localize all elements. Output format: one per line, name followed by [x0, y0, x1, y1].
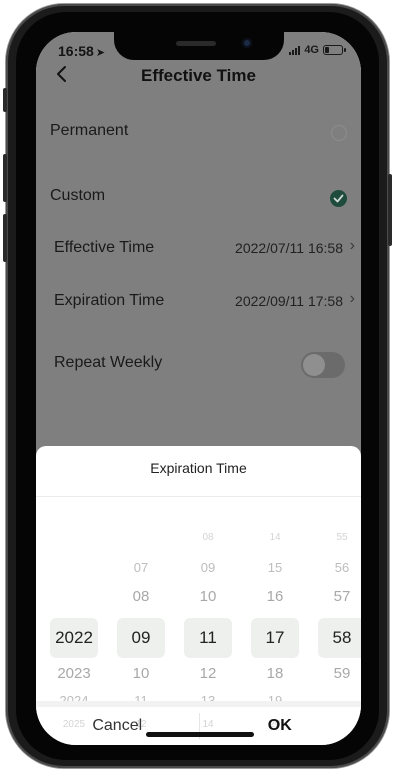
picker-selected-minute[interactable]: 58 [318, 618, 361, 658]
volume-down-button [3, 214, 7, 262]
status-time-text: 16:58 [58, 43, 94, 59]
volume-up-button [3, 154, 7, 202]
picker-selected-hour[interactable]: 17 [251, 618, 299, 658]
radio-checked-icon[interactable] [330, 190, 347, 207]
battery-icon [323, 45, 346, 55]
picker-option[interactable]: 2023 [50, 665, 98, 682]
picker-column-day[interactable]: 08 09 10 11 12 13 14 [184, 502, 232, 730]
notch [114, 32, 284, 60]
toggle-knob [303, 354, 325, 376]
navigation-bar: Effective Time [36, 60, 361, 88]
picker-option[interactable]: 57 [318, 588, 361, 605]
expiration-time-row[interactable]: Expiration Time 2022/09/11 17:58 › [36, 282, 361, 322]
expiration-time-label: Expiration Time [54, 292, 165, 309]
picker-option[interactable]: 15 [251, 560, 299, 575]
expiration-time-value: 2022/09/11 17:58 [235, 293, 343, 309]
picker-option[interactable]: 16 [251, 588, 299, 605]
speaker-grille [176, 41, 216, 46]
picker-column-hour[interactable]: 14 15 16 17 18 19 20 [251, 502, 299, 730]
picker-option[interactable]: 55 [318, 532, 361, 543]
picker-title: Expiration Time [150, 460, 247, 476]
picker-option[interactable]: 08 [117, 588, 165, 605]
picker-option[interactable]: 07 [117, 560, 165, 575]
date-time-picker: 2022 2023 2024 2025 07 08 09 10 11 12 08 09 10 11 12 13… [36, 502, 361, 730]
picker-option[interactable]: 56 [318, 560, 361, 575]
picker-selected-year[interactable]: 2022 [50, 618, 98, 658]
radio-unchecked-icon[interactable] [331, 125, 347, 141]
picker-option[interactable]: 12 [184, 665, 232, 682]
effective-time-value: 2022/07/11 16:58 [235, 240, 343, 256]
picker-footer: Cancel OK [36, 701, 361, 745]
front-camera [242, 38, 252, 48]
signal-icon [289, 45, 301, 55]
picker-option[interactable]: 10 [184, 588, 232, 605]
picker-selected-month[interactable]: 09 [117, 618, 165, 658]
picker-option[interactable]: 09 [184, 560, 232, 575]
picker-option[interactable]: 18 [251, 665, 299, 682]
chevron-right-icon: › [349, 290, 355, 307]
option-custom-label: Custom [50, 187, 106, 204]
ok-button[interactable]: OK [199, 707, 362, 745]
cancel-button[interactable]: Cancel [36, 707, 199, 745]
option-permanent-label: Permanent [50, 122, 129, 139]
status-time: 16:58 ➤ [58, 43, 105, 59]
picker-column-year[interactable]: 2022 2023 2024 2025 [50, 502, 98, 730]
picker-selected-day[interactable]: 11 [184, 618, 232, 658]
effective-time-label: Effective Time [54, 239, 155, 256]
effective-time-row[interactable]: Effective Time 2022/07/11 16:58 › [36, 229, 361, 269]
repeat-weekly-label: Repeat Weekly [54, 354, 163, 371]
picker-option[interactable]: 59 [318, 665, 361, 682]
location-arrow-icon: ➤ [95, 47, 106, 59]
repeat-weekly-row: Repeat Weekly [36, 344, 361, 384]
chevron-right-icon: › [349, 237, 355, 254]
repeat-weekly-toggle[interactable] [301, 352, 345, 378]
status-icons: 4G [289, 44, 346, 56]
option-permanent[interactable]: Permanent [36, 112, 361, 152]
picker-option[interactable]: 08 [184, 532, 232, 543]
date-picker-sheet: Expiration Time 2022 2023 2024 2025 07 08 09 10… [36, 446, 361, 745]
mute-switch [3, 88, 7, 112]
network-type: 4G [304, 44, 319, 56]
page-title: Effective Time [141, 66, 256, 85]
option-custom[interactable]: Custom [36, 177, 361, 217]
divider [36, 496, 361, 497]
picker-option[interactable]: 10 [117, 665, 165, 682]
home-indicator [146, 732, 254, 737]
power-button [388, 174, 392, 246]
picker-column-minute[interactable]: 55 56 57 58 59 [318, 502, 361, 702]
phone-screen: 16:58 ➤ 4G Effective Time Permanent Cust… [36, 32, 361, 745]
picker-column-month[interactable]: 07 08 09 10 11 12 [117, 502, 165, 730]
picker-option[interactable]: 14 [251, 532, 299, 543]
